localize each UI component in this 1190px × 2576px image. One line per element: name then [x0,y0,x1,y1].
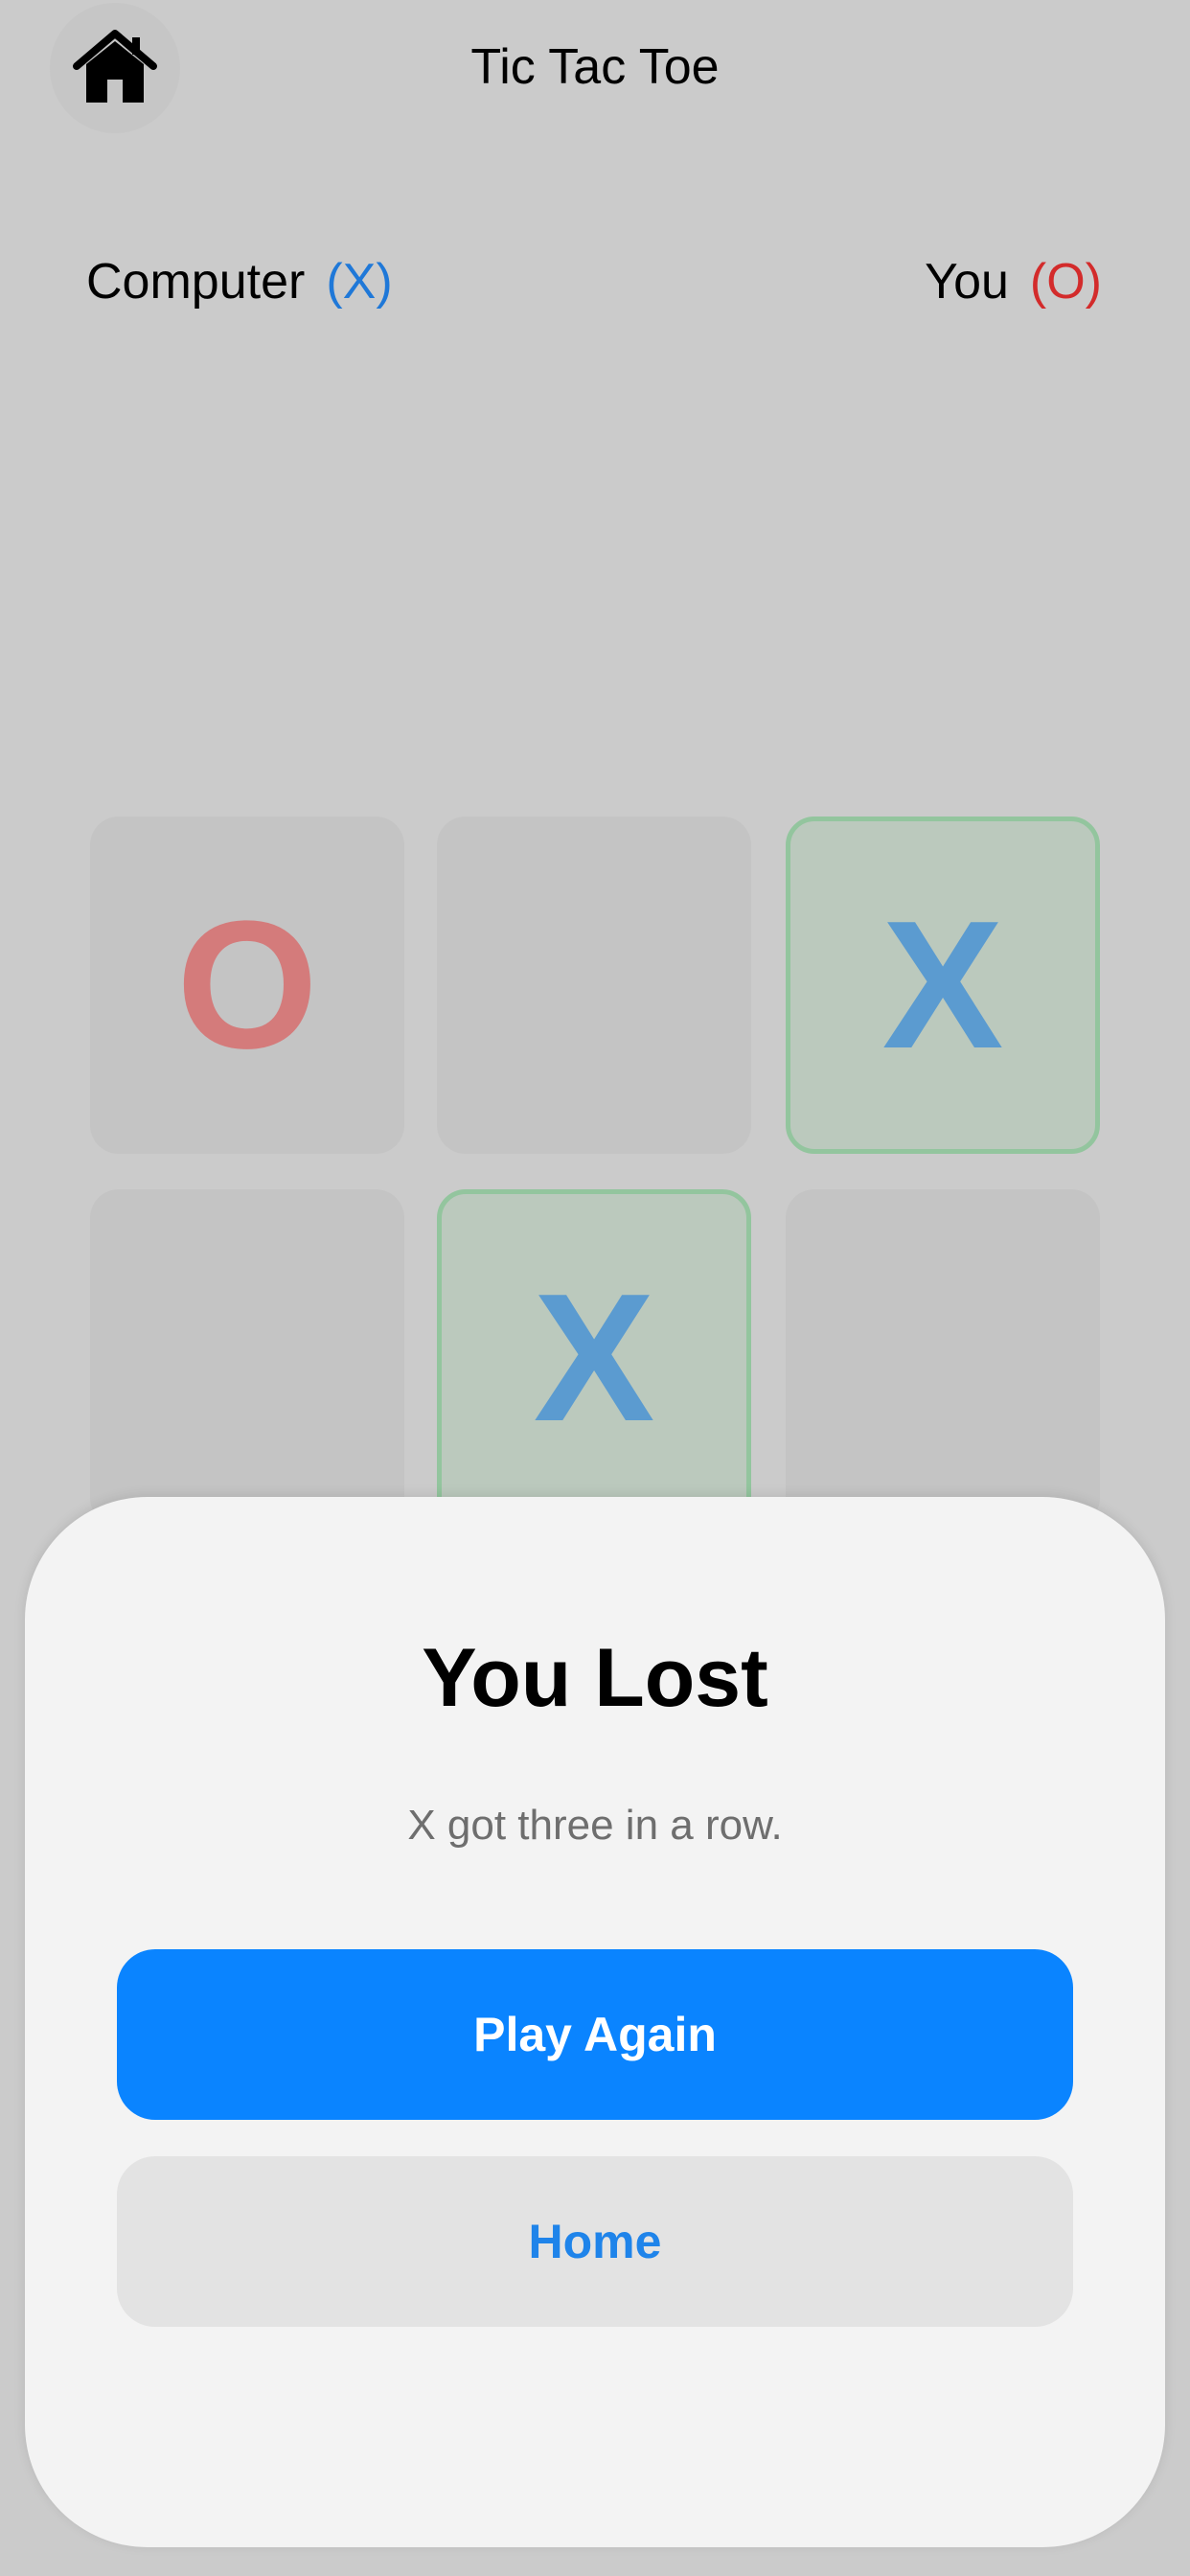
player-computer: Computer (X) [86,253,393,310]
board-cell[interactable]: X [437,1189,751,1527]
player-computer-label: Computer [86,254,306,310]
board-cell[interactable]: X [786,816,1100,1154]
board-cell[interactable]: O [90,816,404,1154]
board-cell[interactable] [90,1189,404,1527]
page-title: Tic Tac Toe [470,39,720,95]
play-again-button[interactable]: Play Again [117,1949,1073,2120]
board-cell[interactable] [786,1189,1100,1527]
result-title: You Lost [422,1632,768,1724]
player-you: You (O) [925,253,1102,310]
board-cell[interactable] [437,816,751,1154]
player-computer-mark: (X) [326,254,393,310]
home-button-secondary[interactable]: Home [117,2156,1073,2327]
result-message: X got three in a row. [407,1802,783,1849]
player-you-mark: (O) [1029,254,1102,310]
player-you-label: You [925,254,1009,310]
result-sheet: You Lost X got three in a row. Play Agai… [25,1497,1165,2547]
